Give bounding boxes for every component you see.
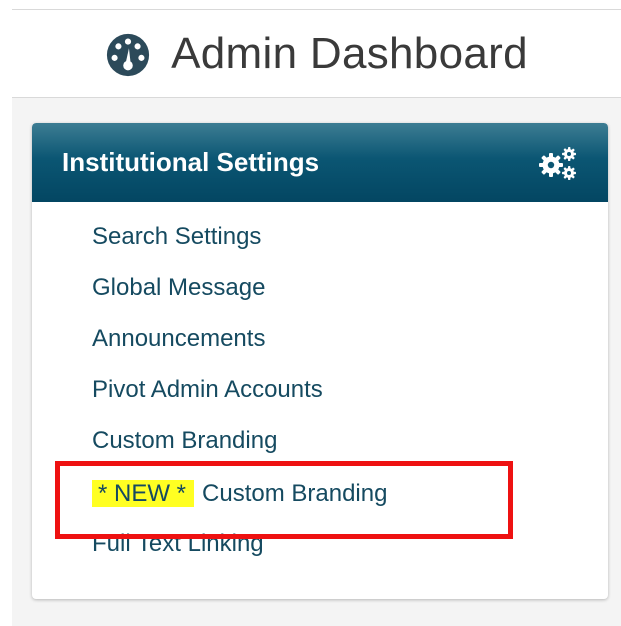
link-announcements[interactable]: Announcements xyxy=(92,320,387,371)
panel-title: Institutional Settings xyxy=(62,147,320,177)
page-title: Admin Dashboard xyxy=(171,28,528,78)
link-full-text-linking[interactable]: Full Text Linking xyxy=(92,525,387,576)
dashboard-gauge-icon xyxy=(107,33,150,76)
new-badge: * NEW * xyxy=(92,480,195,507)
settings-link-list: Search Settings Global Message Announcem… xyxy=(92,218,387,576)
link-new-custom-branding[interactable]: * NEW * Custom Branding xyxy=(92,473,387,525)
link-new-custom-branding-label: Custom Branding xyxy=(202,480,388,507)
link-global-message[interactable]: Global Message xyxy=(92,269,387,320)
link-custom-branding[interactable]: Custom Branding xyxy=(92,422,387,473)
gears-icon[interactable] xyxy=(538,145,578,181)
institutional-settings-panel: Institutional Settings Search Settings G… xyxy=(32,123,608,599)
link-search-settings[interactable]: Search Settings xyxy=(92,218,387,269)
panel-header: Institutional Settings xyxy=(32,123,608,202)
page-header: Admin Dashboard xyxy=(12,10,621,98)
link-pivot-admin-accounts[interactable]: Pivot Admin Accounts xyxy=(92,371,387,422)
admin-dashboard-page: Admin Dashboard Institutional Settings S… xyxy=(0,0,621,626)
